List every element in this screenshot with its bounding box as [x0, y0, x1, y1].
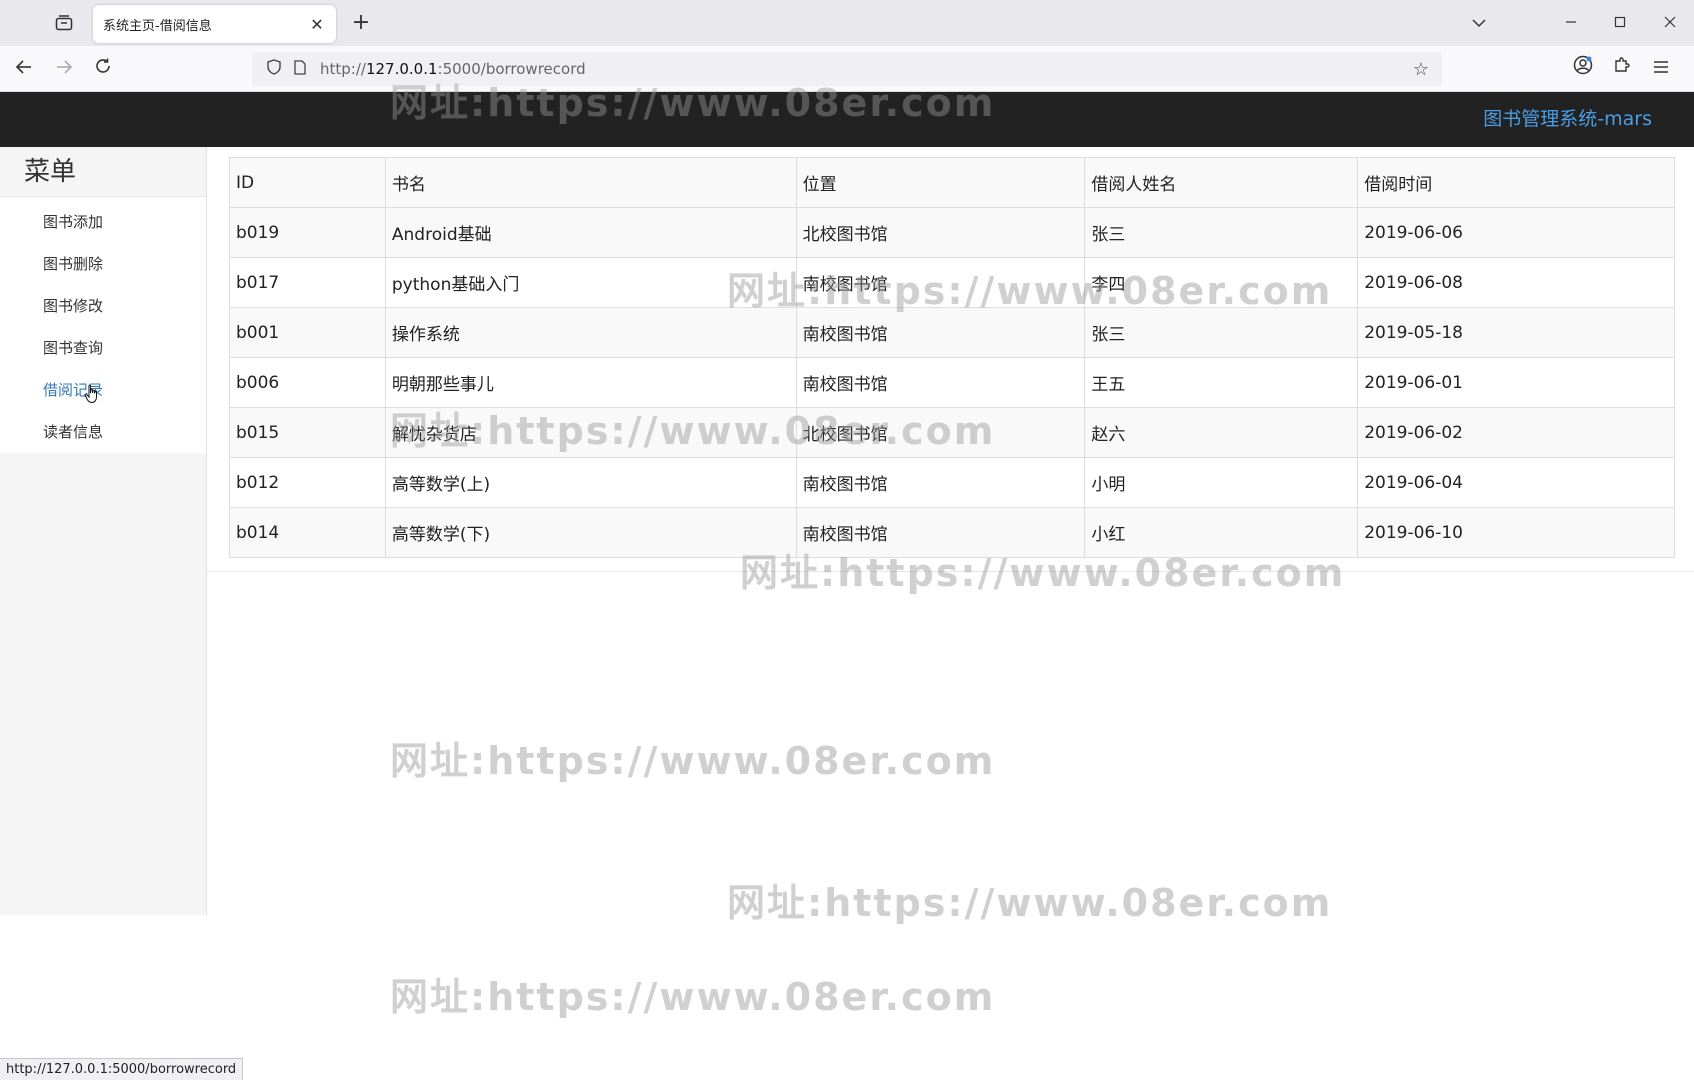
cell-title: 高等数学(上) [385, 458, 796, 508]
table-row: b017 python基础入门 南校图书馆 李四 2019-06-08 [230, 258, 1675, 308]
borrow-records-table: ID 书名 位置 借阅人姓名 借阅时间 b019 Android基础 北校图书馆… [229, 157, 1675, 558]
watermark-text: 网址:https://www.08er.com [390, 730, 995, 785]
url-path: :5000/borrowrecord [438, 60, 586, 78]
table-row: b012 高等数学(上) 南校图书馆 小明 2019-06-04 [230, 458, 1675, 508]
window-close-icon[interactable] [1655, 10, 1685, 36]
reload-icon[interactable] [89, 55, 117, 83]
cell-borrow-time: 2019-06-10 [1358, 508, 1675, 558]
cell-borrow-time: 2019-06-02 [1358, 408, 1675, 458]
tab-overview-icon[interactable] [50, 12, 78, 34]
sidebar: 菜单 图书添加 图书删除 图书修改 图书查询 借阅记录 读者信息 [0, 147, 207, 915]
plus-icon[interactable]: + [348, 10, 374, 36]
cell-id: b019 [230, 208, 386, 258]
cell-location: 南校图书馆 [796, 308, 1085, 358]
cell-title: python基础入门 [385, 258, 796, 308]
forward-arrow-icon[interactable] [50, 55, 78, 83]
hamburger-menu-icon[interactable] [1646, 55, 1676, 83]
cell-borrow-time: 2019-06-08 [1358, 258, 1675, 308]
url-scheme: http:// [320, 60, 366, 78]
cell-title: 明朝那些事儿 [385, 358, 796, 408]
column-header-location: 位置 [796, 158, 1085, 208]
cell-id: b015 [230, 408, 386, 458]
sidebar-menu: 图书添加 图书删除 图书修改 图书查询 借阅记录 读者信息 [0, 197, 206, 453]
table-row: b019 Android基础 北校图书馆 张三 2019-06-06 [230, 208, 1675, 258]
sidebar-item-book-search[interactable]: 图书查询 [0, 327, 206, 369]
cell-title: 高等数学(下) [385, 508, 796, 558]
cell-borrower: 小红 [1085, 508, 1358, 558]
sidebar-title: 菜单 [0, 147, 206, 197]
browser-tab-bar: 系统主页-借阅信息 ✕ + [0, 0, 1694, 46]
cell-location: 南校图书馆 [796, 458, 1085, 508]
table-header-row: ID 书名 位置 借阅人姓名 借阅时间 [230, 158, 1675, 208]
sidebar-item-book-add[interactable]: 图书添加 [0, 201, 206, 243]
cell-borrower: 王五 [1085, 358, 1358, 408]
cell-location: 北校图书馆 [796, 408, 1085, 458]
table-row: b006 明朝那些事儿 南校图书馆 王五 2019-06-01 [230, 358, 1675, 408]
cell-id: b017 [230, 258, 386, 308]
cell-id: b001 [230, 308, 386, 358]
cell-location: 北校图书馆 [796, 208, 1085, 258]
cell-location: 南校图书馆 [796, 508, 1085, 558]
puzzle-icon[interactable] [1607, 55, 1637, 83]
watermark-text: 网址:https://www.08er.com [727, 872, 1332, 927]
sidebar-item-book-edit[interactable]: 图书修改 [0, 285, 206, 327]
url-host: 127.0.0.1 [366, 60, 438, 78]
browser-nav-bar: http://127.0.0.1:5000/borrowrecord ☆ [0, 46, 1694, 92]
cell-borrower: 赵六 [1085, 408, 1358, 458]
page-top-bar: 图书管理系统-mars [0, 92, 1694, 147]
cell-title: Android基础 [385, 208, 796, 258]
page-icon[interactable] [288, 60, 312, 79]
close-icon[interactable]: ✕ [308, 15, 326, 34]
star-icon[interactable]: ☆ [1406, 59, 1436, 80]
tab-title: 系统主页-借阅信息 [103, 15, 308, 34]
column-header-title: 书名 [385, 158, 796, 208]
cell-borrower: 小明 [1085, 458, 1358, 508]
chevron-down-icon[interactable] [1464, 10, 1494, 36]
cell-borrow-time: 2019-05-18 [1358, 308, 1675, 358]
cell-title: 解忧杂货店 [385, 408, 796, 458]
status-bar-url: http://127.0.0.1:5000/borrowrecord [0, 1058, 243, 1080]
cell-borrower: 张三 [1085, 208, 1358, 258]
column-header-borrow-time: 借阅时间 [1358, 158, 1675, 208]
sidebar-item-borrow-records[interactable]: 借阅记录 [0, 369, 206, 411]
sidebar-item-reader-info[interactable]: 读者信息 [0, 411, 206, 453]
cell-title: 操作系统 [385, 308, 796, 358]
minimize-icon[interactable] [1556, 10, 1586, 36]
cell-location: 南校图书馆 [796, 358, 1085, 408]
cell-borrow-time: 2019-06-04 [1358, 458, 1675, 508]
cell-location: 南校图书馆 [796, 258, 1085, 308]
shield-icon[interactable] [260, 59, 288, 79]
hand-cursor-icon [84, 384, 100, 409]
column-header-borrower: 借阅人姓名 [1085, 158, 1358, 208]
brand-link[interactable]: 图书管理系统-mars [1483, 92, 1652, 147]
cell-borrow-time: 2019-06-06 [1358, 208, 1675, 258]
column-header-id: ID [230, 158, 386, 208]
table-row: b015 解忧杂货店 北校图书馆 赵六 2019-06-02 [230, 408, 1675, 458]
back-arrow-icon[interactable] [10, 55, 38, 83]
cell-id: b006 [230, 358, 386, 408]
browser-tab-active[interactable]: 系统主页-借阅信息 ✕ [93, 5, 336, 43]
cell-id: b014 [230, 508, 386, 558]
cell-id: b012 [230, 458, 386, 508]
table-row: b014 高等数学(下) 南校图书馆 小红 2019-06-10 [230, 508, 1675, 558]
account-icon[interactable] [1568, 55, 1598, 83]
maximize-icon[interactable] [1605, 10, 1635, 36]
url-bar[interactable]: http://127.0.0.1:5000/borrowrecord ☆ [252, 52, 1442, 86]
url-text[interactable]: http://127.0.0.1:5000/borrowrecord [320, 60, 1406, 78]
table-row: b001 操作系统 南校图书馆 张三 2019-05-18 [230, 308, 1675, 358]
sidebar-item-book-delete[interactable]: 图书删除 [0, 243, 206, 285]
cell-borrow-time: 2019-06-01 [1358, 358, 1675, 408]
main-content: ID 书名 位置 借阅人姓名 借阅时间 b019 Android基础 北校图书馆… [207, 147, 1694, 572]
watermark-text: 网址:https://www.08er.com [390, 966, 995, 1021]
cell-borrower: 张三 [1085, 308, 1358, 358]
cell-borrower: 李四 [1085, 258, 1358, 308]
